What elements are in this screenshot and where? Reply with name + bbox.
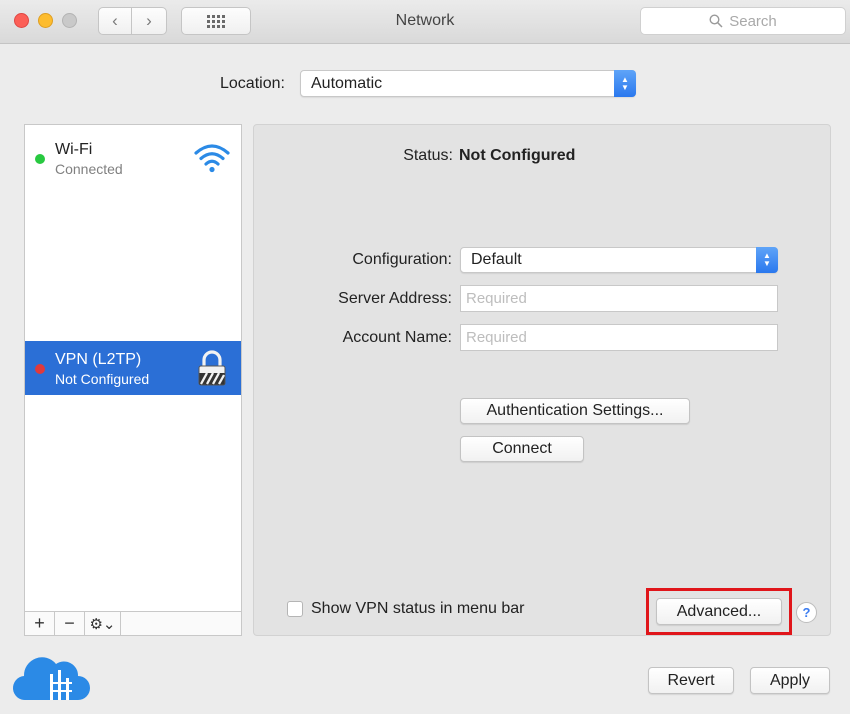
status-dot-icon: [35, 154, 45, 164]
cloud-logo-icon: [12, 657, 90, 701]
select-stepper-icon: ▲ ▼: [756, 247, 778, 273]
revert-button[interactable]: Revert: [648, 667, 734, 694]
add-service-button[interactable]: +: [25, 612, 55, 635]
wifi-icon: [194, 144, 230, 173]
service-list-toolbar: + − ⚙︎⌄: [24, 612, 242, 636]
configuration-value: Default: [471, 251, 522, 268]
status-dot-icon: [35, 364, 45, 374]
service-status: Not Configured: [55, 371, 150, 387]
connect-button[interactable]: Connect: [460, 436, 584, 462]
service-status: Connected: [55, 161, 123, 177]
show-vpn-status-checkbox[interactable]: [287, 601, 303, 617]
plus-icon: +: [34, 613, 45, 633]
server-address-field[interactable]: [460, 285, 778, 312]
remove-service-button[interactable]: −: [55, 612, 85, 635]
service-name: Wi-Fi: [55, 141, 93, 158]
service-list: Wi-Fi Connected VPN (L2TP) Not Configure…: [24, 124, 242, 612]
service-name: VPN (L2TP): [55, 351, 142, 368]
advanced-button[interactable]: Advanced...: [656, 598, 782, 625]
help-button[interactable]: ?: [796, 602, 817, 623]
server-address-label: Server Address:: [338, 290, 452, 307]
service-item-vpn[interactable]: VPN (L2TP) Not Configured: [25, 341, 241, 395]
account-name-label: Account Name:: [342, 329, 452, 346]
gear-icon: ⚙︎⌄: [89, 615, 116, 633]
search-placeholder: Search: [729, 12, 777, 30]
title-bar: ‹ › Network Search: [0, 0, 850, 44]
status-label: Status:: [403, 147, 453, 164]
location-value: Automatic: [311, 74, 383, 92]
authentication-settings-button[interactable]: Authentication Settings...: [460, 398, 690, 424]
show-vpn-status-label: Show VPN status in menu bar: [311, 600, 525, 617]
detail-panel: [253, 124, 831, 636]
account-name-field[interactable]: [460, 324, 778, 351]
configuration-select[interactable]: Default ▲ ▼: [460, 247, 778, 273]
configuration-label: Configuration:: [352, 251, 452, 268]
apply-button[interactable]: Apply: [750, 667, 830, 694]
minus-icon: −: [64, 613, 75, 633]
status-value: Not Configured: [459, 147, 576, 164]
search-icon: [709, 14, 723, 28]
location-label: Location:: [220, 75, 285, 92]
lock-icon: [198, 350, 226, 386]
service-item-wifi[interactable]: Wi-Fi Connected: [25, 131, 241, 185]
action-menu-button[interactable]: ⚙︎⌄: [85, 612, 121, 635]
search-field[interactable]: Search: [640, 7, 846, 35]
select-stepper-icon: ▲ ▼: [614, 70, 636, 97]
location-select[interactable]: Automatic ▲ ▼: [300, 70, 636, 97]
